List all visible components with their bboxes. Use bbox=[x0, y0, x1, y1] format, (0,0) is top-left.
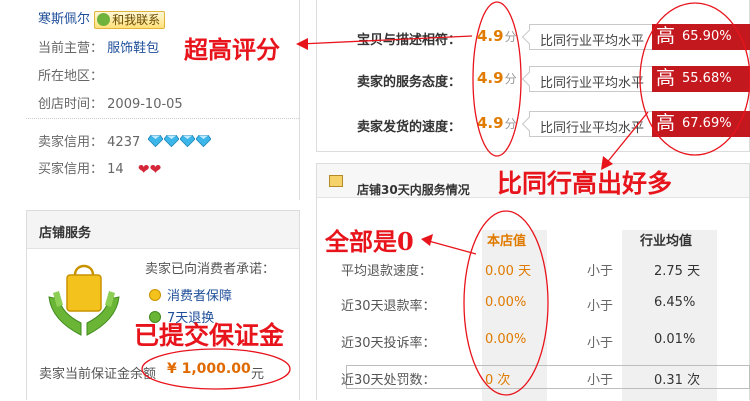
annotation-high-score: 超高评分 bbox=[184, 35, 280, 64]
category-row: 当前主营： 服饰鞋包 bbox=[38, 37, 159, 56]
buyer-credit-label: 买家信用： bbox=[38, 162, 104, 177]
deposit-unit: 元 bbox=[251, 367, 265, 382]
column-header-mine: 本店值 bbox=[487, 234, 527, 249]
region-row: 所在地区： bbox=[38, 65, 103, 84]
rating-compare-box[interactable]: 比同行业平均水平 高 65.90% bbox=[521, 24, 750, 50]
rating-compare-box[interactable]: 比同行业平均水平 高 55.68% bbox=[521, 66, 750, 92]
deposit-value: ¥ 1,000.00 bbox=[167, 361, 251, 377]
buyer-credit-row: 买家信用： 14 ❤❤ bbox=[38, 158, 161, 177]
rating-row-description: 宝贝与描述相符： 4.9分 比同行业平均水平 高 65.90% bbox=[317, 22, 750, 52]
shop-icon bbox=[329, 175, 343, 187]
shop-service-panel: 店铺服务 卖家已向消费者承诺： 消费者保障 7天退换 卖家当前保证金余额 ¥ 1… bbox=[26, 210, 300, 400]
rating-score: 4.9分 bbox=[477, 69, 517, 87]
rating-compare-text: 比同行业平均水平 bbox=[540, 121, 645, 136]
seller-credit-diamonds[interactable] bbox=[148, 135, 212, 150]
stat-compare: 小于 bbox=[587, 373, 614, 388]
annotation-deposit-paid: 已提交保证金 bbox=[134, 321, 285, 350]
category-link[interactable]: 服饰鞋包 bbox=[107, 41, 159, 56]
diamond-icon bbox=[164, 135, 180, 147]
promise-label: 卖家已向消费者承诺： bbox=[145, 262, 276, 277]
stat-mine: 0.00% bbox=[485, 295, 527, 310]
service-stats-title: 店铺30天内服务情况 bbox=[357, 183, 470, 197]
rating-row-service: 卖家的服务态度： 4.9分 比同行业平均水平 高 55.68% bbox=[317, 64, 750, 94]
annotation-all-zero: 全部是0 bbox=[325, 227, 414, 256]
rating-percent: 67.69% bbox=[682, 116, 732, 131]
seller-credit-label: 卖家信用： bbox=[38, 135, 104, 150]
heart-icon: ❤ bbox=[149, 162, 162, 178]
seller-credit-row: 卖家信用： 4237 bbox=[38, 131, 212, 150]
rating-row-shipping: 卖家发货的速度： 4.9分 比同行业平均水平 高 67.69% bbox=[317, 109, 750, 139]
stat-avg: 6.45% bbox=[654, 295, 696, 310]
created-row: 创店时间： 2009-10-05 bbox=[38, 93, 183, 112]
column-header-industry: 行业均值 bbox=[640, 234, 693, 249]
created-value: 2009-10-05 bbox=[107, 97, 183, 112]
rating-compare-badge: 高 67.69% bbox=[652, 111, 750, 137]
deposit-label: 卖家当前保证金余额 bbox=[39, 367, 157, 382]
rating-compare-text: 比同行业平均水平 bbox=[540, 76, 645, 91]
stat-label: 平均退款速度： bbox=[341, 264, 433, 279]
chat-icon bbox=[97, 12, 111, 26]
rating-compare-badge: 高 55.68% bbox=[652, 66, 750, 92]
diamond-icon bbox=[196, 135, 212, 147]
contact-seller-button[interactable]: 和我联系 bbox=[94, 10, 166, 29]
created-label: 创店时间： bbox=[38, 97, 104, 112]
diamond-icon bbox=[148, 135, 164, 147]
stat-compare: 小于 bbox=[587, 264, 614, 279]
stat-label: 近30天处罚数： bbox=[341, 373, 436, 388]
stat-avg: 2.75 天 bbox=[654, 264, 701, 279]
stat-mine: 0 次 bbox=[485, 373, 511, 388]
stat-label: 近30天退款率： bbox=[341, 299, 436, 314]
seller-credit-value: 4237 bbox=[107, 135, 141, 150]
stat-avg: 0.01% bbox=[654, 332, 696, 347]
stat-compare: 小于 bbox=[587, 336, 614, 351]
stat-label: 近30天投诉率： bbox=[341, 336, 436, 351]
rating-compare-box[interactable]: 比同行业平均水平 高 67.69% bbox=[521, 111, 750, 137]
heart-icon: ❤ bbox=[137, 162, 150, 178]
diamond-icon bbox=[180, 135, 196, 147]
stat-compare: 小于 bbox=[587, 299, 614, 314]
rating-label: 卖家的服务态度： bbox=[357, 75, 462, 90]
stat-mine: 0.00% bbox=[485, 332, 527, 347]
seller-row: 寒斯佩尔 和我联系 bbox=[38, 8, 166, 29]
rating-level: 高 bbox=[656, 67, 676, 89]
buyer-credit-hearts[interactable]: ❤❤ bbox=[138, 162, 161, 177]
annotation-higher-than-peers: 比同行高出好多 bbox=[497, 169, 673, 198]
contact-seller-label: 和我联系 bbox=[112, 12, 161, 27]
category-label: 当前主营： bbox=[38, 41, 104, 56]
buyer-credit-value: 14 bbox=[107, 162, 124, 177]
rating-percent: 65.90% bbox=[682, 29, 732, 44]
stat-avg: 0.31 次 bbox=[654, 373, 701, 388]
rating-level: 高 bbox=[656, 112, 676, 134]
rating-level: 高 bbox=[656, 25, 676, 47]
guarantee-icon bbox=[48, 264, 120, 336]
consumer-protection-item[interactable]: 消费者保障 bbox=[149, 285, 232, 304]
rating-compare-badge: 高 65.90% bbox=[652, 24, 750, 50]
stat-mine: 0.00 天 bbox=[485, 264, 532, 279]
rating-label: 卖家发货的速度： bbox=[357, 120, 462, 135]
rating-compare-text: 比同行业平均水平 bbox=[540, 34, 645, 49]
shield-icon bbox=[149, 289, 161, 301]
shop-service-title: 店铺服务 bbox=[39, 226, 92, 241]
region-label: 所在地区： bbox=[38, 69, 104, 84]
rating-score: 4.9分 bbox=[477, 114, 517, 132]
divider bbox=[26, 118, 299, 119]
rating-score: 4.9分 bbox=[477, 27, 517, 45]
rating-percent: 55.68% bbox=[682, 71, 732, 86]
dsr-ratings-panel: 宝贝与描述相符： 4.9分 比同行业平均水平 高 65.90% 卖家的服务态度：… bbox=[316, 0, 750, 152]
consumer-protection-label: 消费者保障 bbox=[167, 289, 233, 304]
seller-name[interactable]: 寒斯佩尔 bbox=[38, 12, 90, 27]
rating-label: 宝贝与描述相符： bbox=[357, 33, 462, 48]
